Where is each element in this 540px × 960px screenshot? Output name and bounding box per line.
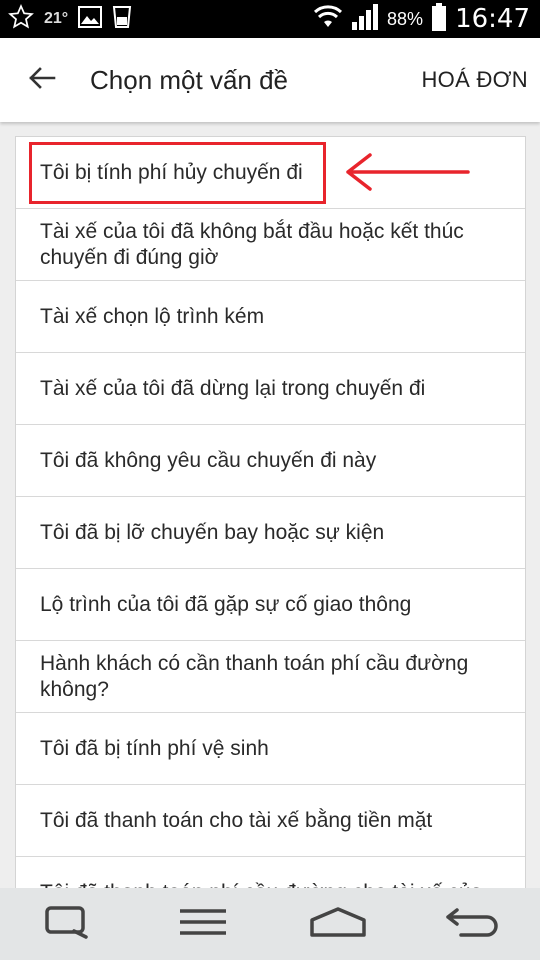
issue-list: Tôi bị tính phí hủy chuyến đi Tài xế của… (15, 136, 526, 897)
menu-icon (178, 908, 228, 941)
issue-item-not-requested[interactable]: Tôi đã không yêu cầu chuyến đi này (16, 425, 525, 497)
issue-item-cleaning-fee[interactable]: Tôi đã bị tính phí vệ sinh (16, 713, 525, 785)
status-bar: 21° 88% 16:47 (0, 0, 540, 38)
back-button[interactable] (22, 60, 62, 100)
clock: 16:47 (455, 4, 530, 34)
cup-icon (112, 5, 132, 34)
home-button[interactable] (298, 894, 378, 954)
issue-item-driver-timing[interactable]: Tài xế của tôi đã không bắt đầu hoặc kết… (16, 209, 525, 281)
annotation-arrow (340, 150, 475, 199)
recent-apps-icon (44, 905, 92, 944)
status-bar-right: 88% 16:47 (313, 0, 530, 38)
arrow-left-icon (28, 66, 56, 95)
invoice-button[interactable]: HOÁ ĐƠN (421, 38, 528, 122)
issue-item-missed-flight[interactable]: Tôi đã bị lỡ chuyến bay hoặc sự kiện (16, 497, 525, 569)
back-icon (445, 906, 501, 943)
nav-bar (0, 888, 540, 960)
menu-button[interactable] (163, 894, 243, 954)
gallery-icon (78, 5, 103, 33)
home-icon (309, 906, 367, 943)
signal-icon (351, 3, 379, 35)
temperature-text: 21° (44, 10, 69, 27)
issue-item-paid-cash[interactable]: Tôi đã thanh toán cho tài xế bằng tiền m… (16, 785, 525, 857)
status-bar-left: 21° (8, 0, 132, 38)
battery-icon (431, 2, 447, 36)
issue-item-poor-route[interactable]: Tài xế chọn lộ trình kém (16, 281, 525, 353)
issue-item-traffic[interactable]: Lộ trình của tôi đã gặp sự cố giao thông (16, 569, 525, 641)
annotation-arrow-icon (346, 153, 470, 191)
app-bar: Chọn một vấn đề HOÁ ĐƠN (0, 38, 540, 122)
battery-percent: 88% (387, 8, 424, 29)
star-icon (8, 3, 34, 35)
wifi-icon (313, 4, 343, 34)
issue-item-toll-question[interactable]: Hành khách có cần thanh toán phí cầu đườ… (16, 641, 525, 713)
issue-item-driver-stopped[interactable]: Tài xế của tôi đã dừng lại trong chuyến … (16, 353, 525, 425)
recent-apps-button[interactable] (28, 894, 108, 954)
back-nav-button[interactable] (433, 894, 513, 954)
highlight-box (29, 142, 326, 204)
page-title: Chọn một vấn đề (90, 65, 289, 95)
